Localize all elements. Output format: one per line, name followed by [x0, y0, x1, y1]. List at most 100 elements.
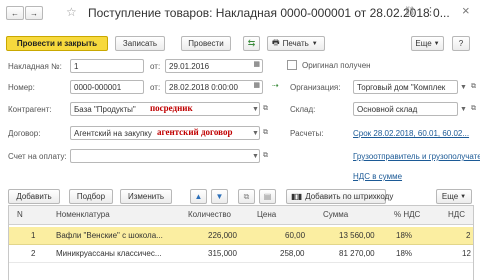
row-nomenclature: Вафли "Венские" с шокола... — [56, 231, 163, 240]
table-more-label: Еще — [441, 192, 459, 201]
post-and-close-button[interactable]: Провести и закрыть — [6, 36, 108, 51]
row-vat-percent: 18% — [396, 231, 413, 240]
row-price: 258,00 — [280, 249, 305, 258]
invoice-payment-dropdown-icon[interactable]: ▼ — [251, 149, 260, 163]
invoice-payment-open-icon[interactable]: ⧉ — [261, 149, 270, 163]
warehouse-open-icon[interactable]: ⧉ — [469, 102, 478, 116]
header-sum[interactable]: Сумма — [323, 210, 348, 219]
forward-arrow-icon: → — [30, 8, 38, 18]
save-button[interactable]: Записать — [115, 36, 165, 51]
invoice-payment-label: Счет на оплату: — [8, 152, 67, 161]
change-button[interactable]: Изменить — [120, 189, 172, 204]
forward-button[interactable]: → — [25, 6, 43, 20]
invoice-date-field[interactable]: 29.01.2016 ▦ — [165, 59, 263, 73]
invoice-date-label: от: — [150, 62, 161, 71]
arrow-up-icon: ▲ — [194, 192, 203, 201]
contractor-label: Контрагент: — [8, 105, 52, 114]
back-arrow-icon: ← — [11, 8, 19, 18]
calendar-icon[interactable]: ▦ — [253, 81, 260, 89]
contractor-note: посредник — [150, 103, 193, 113]
back-button[interactable]: ← — [6, 6, 24, 20]
date-label: от: — [150, 83, 161, 92]
contract-dropdown-icon[interactable]: ▼ — [251, 126, 260, 140]
original-received-label: Оригинал получен — [302, 61, 371, 70]
header-quantity[interactable]: Количество — [188, 210, 231, 219]
page-title: Поступление товаров: Накладная 0000-0000… — [88, 6, 450, 20]
favorite-star-icon[interactable]: ☆ — [66, 5, 77, 19]
help-button[interactable]: ? — [452, 36, 470, 51]
header-price[interactable]: Цена — [257, 210, 276, 219]
warehouse-dropdown-icon[interactable]: ▼ — [459, 102, 468, 116]
chevron-down-icon: ▼ — [311, 40, 318, 47]
row-quantity: 315,000 — [208, 249, 237, 258]
arrow-down-icon: ▼ — [215, 192, 224, 201]
paste-button[interactable]: ▤ — [259, 189, 276, 204]
number-field[interactable]: 0000-000001 — [70, 80, 144, 94]
row-vat: 12 — [462, 249, 471, 258]
calendar-icon[interactable]: ▦ — [253, 60, 260, 68]
close-icon[interactable]: × — [462, 3, 470, 18]
row-sum: 81 270,00 — [339, 249, 375, 258]
row-number: 2 — [31, 249, 36, 258]
settlements-label: Расчеты: — [290, 129, 324, 138]
move-up-button[interactable]: ▲ — [190, 189, 207, 204]
row-nomenclature: Миникруассаны классичес... — [56, 249, 162, 258]
organization-dropdown-icon[interactable]: ▼ — [459, 80, 468, 94]
print-button[interactable]: 🖶 Печать ▼ — [267, 36, 325, 51]
header-vat[interactable]: НДС — [448, 210, 465, 219]
settlements-link[interactable]: Срок 28.02.2018, 60.01, 60.02... — [353, 129, 469, 138]
header-nomenclature[interactable]: Номенклатура — [56, 210, 110, 219]
printer-icon: 🖶 — [272, 37, 280, 47]
more-menu-icon[interactable]: ⋮ — [425, 5, 436, 18]
pick-button[interactable]: Подбор — [69, 189, 113, 204]
contractor-dropdown-icon[interactable]: ▼ — [251, 102, 260, 116]
invoice-date-value: 29.01.2016 — [169, 61, 210, 71]
row-sum: 13 560,00 — [339, 231, 375, 240]
header-vat-percent[interactable]: % НДС — [394, 210, 420, 219]
chevron-down-icon: ▼ — [433, 40, 440, 47]
invoice-number-label: Накладная №: — [8, 62, 62, 71]
paste-icon: ▤ — [263, 192, 272, 201]
header-n[interactable]: N — [17, 210, 23, 219]
vat-in-sum-link[interactable]: НДС в сумме — [353, 172, 402, 181]
barcode-icon: ▮▯▮ — [291, 192, 302, 201]
organization-field[interactable]: Торговый дом "Комплек — [353, 80, 458, 94]
row-price: 60,00 — [285, 231, 306, 240]
row-vat: 2 — [466, 231, 471, 240]
add-by-barcode-label: Добавить по штрихкоду — [305, 192, 394, 201]
chevron-down-icon: ▼ — [460, 193, 467, 200]
contract-label: Договор: — [8, 129, 41, 138]
original-received-checkbox[interactable] — [287, 60, 297, 70]
copy-button[interactable]: ⧉ — [238, 189, 255, 204]
document-structure-icon: ⇆ — [247, 38, 256, 48]
add-button[interactable]: Добавить — [8, 189, 60, 204]
organization-label: Организация: — [290, 83, 341, 92]
contractor-open-icon[interactable]: ⧉ — [261, 102, 270, 116]
contract-value: Агентский на закупку — [74, 128, 152, 138]
link-icon[interactable]: ⛓ — [404, 6, 415, 17]
post-button[interactable]: Провести — [181, 36, 231, 51]
consignor-link[interactable]: Грузоотправитель и грузополучатель — [353, 152, 480, 161]
organization-open-icon[interactable]: ⧉ — [469, 80, 478, 94]
structure-icon-button[interactable]: ⇆ — [243, 36, 260, 51]
warehouse-field[interactable]: Основной склад — [353, 102, 458, 116]
move-down-button[interactable]: ▼ — [211, 189, 228, 204]
date-time-field[interactable]: 28.02.2018 0:00:00 ▦ — [165, 80, 263, 94]
invoice-payment-field[interactable] — [70, 149, 260, 163]
contractor-value: База "Продукты" — [74, 104, 136, 114]
invoice-number-field[interactable]: 1 — [70, 59, 144, 73]
warehouse-label: Склад: — [290, 105, 316, 114]
copy-icon: ⧉ — [243, 191, 250, 201]
add-by-barcode-button[interactable]: ▮▯▮ Добавить по штрихкоду — [286, 189, 393, 204]
more-label: Еще — [415, 39, 432, 48]
vat-flag-icon: ⇢ — [272, 81, 279, 90]
row-vat-percent: 18% — [396, 249, 413, 258]
number-label: Номер: — [8, 83, 35, 92]
print-label: Печать — [282, 39, 309, 48]
table-more-button[interactable]: Еще ▼ — [436, 189, 472, 204]
contract-open-icon[interactable]: ⧉ — [261, 126, 270, 140]
row-quantity: 226,000 — [208, 231, 237, 240]
more-button[interactable]: Еще ▼ — [411, 36, 444, 51]
contract-note: агентский договор — [157, 127, 233, 137]
date-time-value: 28.02.2018 0:00:00 — [169, 82, 238, 92]
